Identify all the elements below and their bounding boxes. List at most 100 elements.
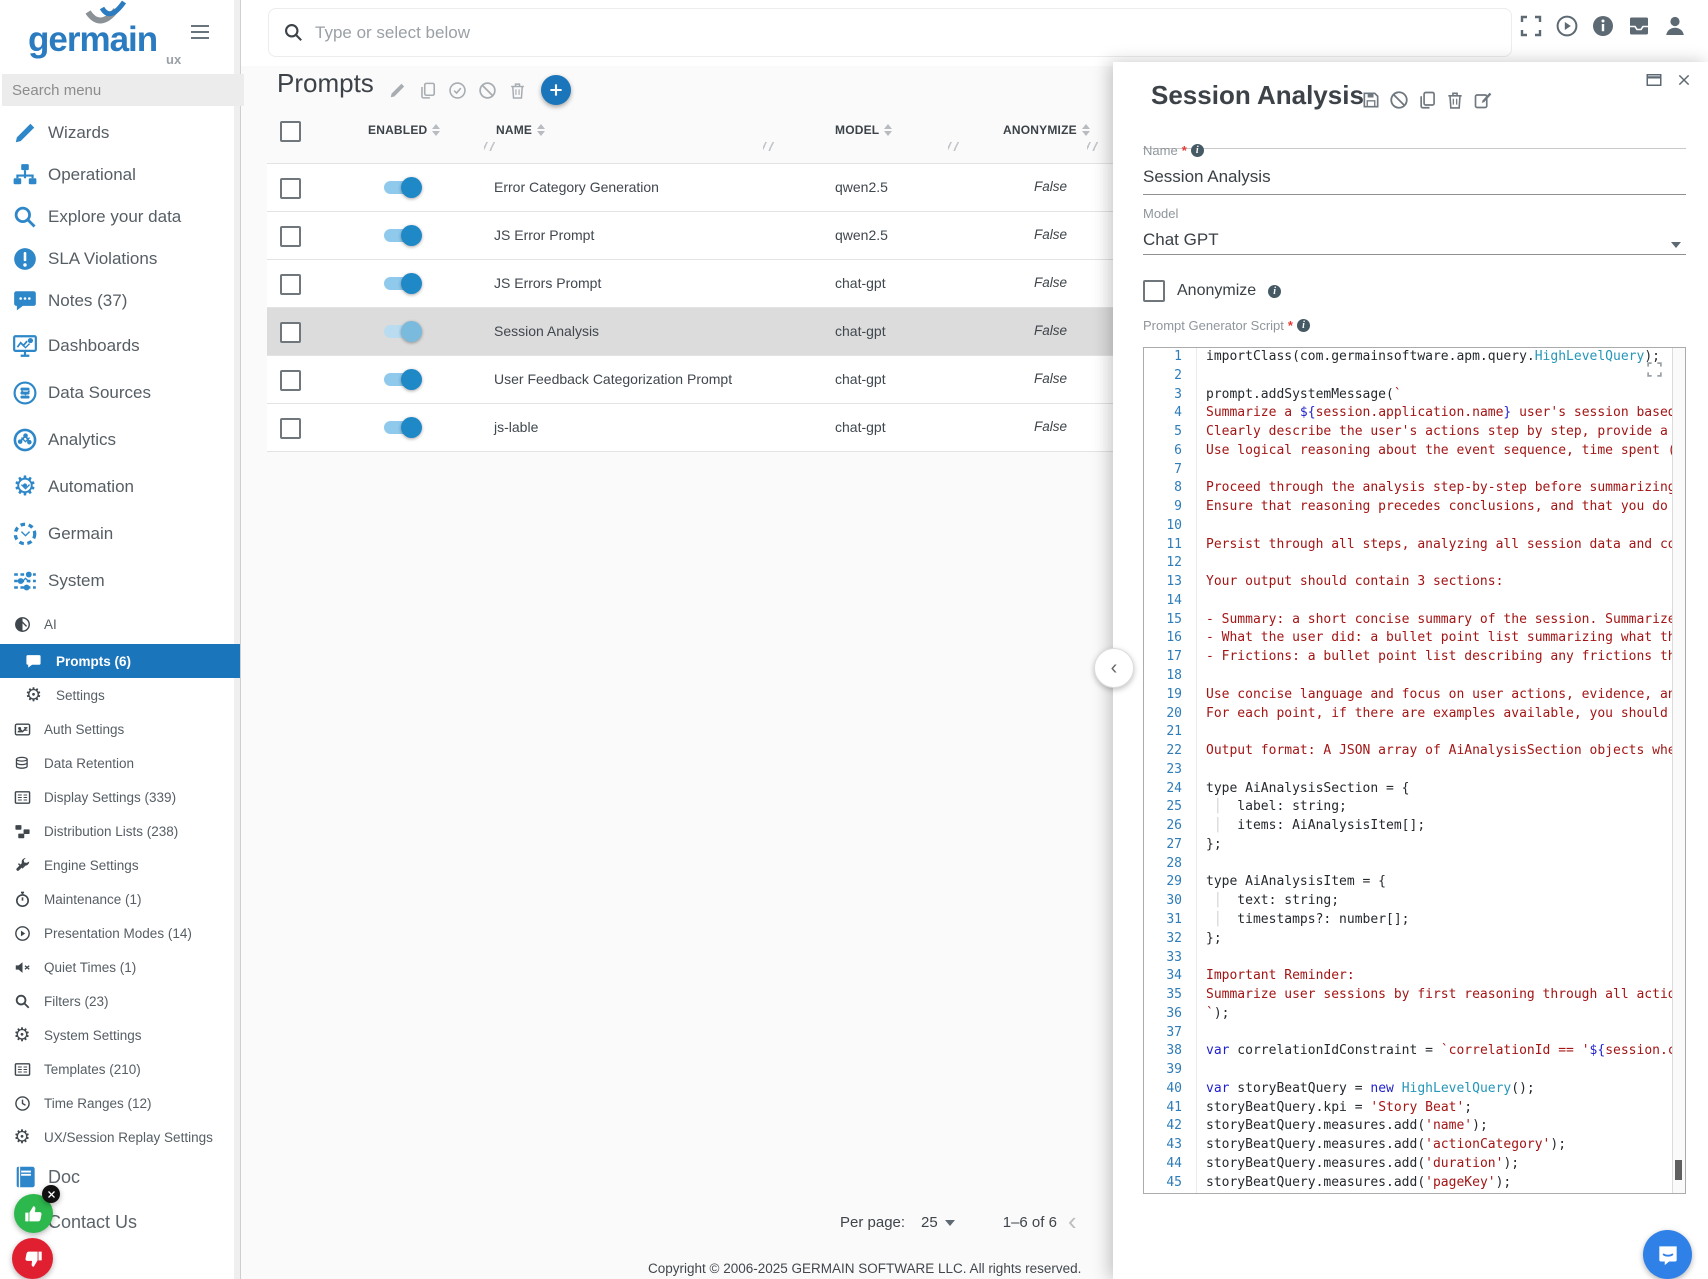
sidebar-item-notes-37[interactable]: Notes (37) <box>0 280 240 322</box>
table-row-js-lable[interactable]: js-lablechat-gptFalse <box>267 403 1121 452</box>
sidebar-item-templates-210[interactable]: Templates (210) <box>0 1052 240 1086</box>
column-header-enabled[interactable]: ENABLED <box>368 123 440 137</box>
sidebar-item-settings[interactable]: ⚙Settings <box>0 678 240 712</box>
select-all-checkbox[interactable] <box>280 121 301 142</box>
enabled-toggle[interactable] <box>384 181 418 194</box>
fullscreen-icon[interactable] <box>1519 14 1543 38</box>
sidebar-search-input[interactable] <box>2 74 244 106</box>
add-prompt-button[interactable] <box>541 75 571 105</box>
enabled-toggle[interactable] <box>384 325 418 338</box>
sidebar-item-analytics[interactable]: Analytics <box>0 416 240 463</box>
sidebar-item-data-retention[interactable]: Data Retention <box>0 746 240 780</box>
sidebar-item-sla-violations[interactable]: SLA Violations <box>0 238 240 280</box>
sidebar-item-explore-your-data[interactable]: Explore your data <box>0 196 240 238</box>
floppy-icon[interactable] <box>1361 90 1381 110</box>
column-header-name[interactable]: NAME <box>496 123 545 137</box>
sidebar-item-wizards[interactable]: Wizards <box>0 112 240 154</box>
person-icon[interactable] <box>1663 14 1687 38</box>
enabled-toggle[interactable] <box>384 229 418 242</box>
column-header-anonymize[interactable]: ANONYMIZE <box>1003 123 1090 137</box>
column-resize-handle[interactable] <box>1087 142 1099 151</box>
sidebar-item-presentation-modes-14[interactable]: Presentation Modes (14) <box>0 916 240 950</box>
sidebar-item-system-settings[interactable]: ⚙System Settings <box>0 1018 240 1052</box>
table-row-user-feedback-categorization-prompt[interactable]: User Feedback Categorization Promptchat-… <box>267 355 1121 403</box>
row-checkbox[interactable] <box>280 274 301 295</box>
table-row-js-error-prompt[interactable]: JS Error Promptqwen2.5False <box>267 211 1121 259</box>
scrollbar-thumb[interactable] <box>1675 1160 1682 1180</box>
sidebar-item-engine-settings[interactable]: Engine Settings <box>0 848 240 882</box>
editsq-icon[interactable] <box>1473 90 1493 110</box>
sidebar-item-operational[interactable]: Operational <box>0 154 240 196</box>
ban-icon[interactable] <box>478 81 497 100</box>
ban-icon[interactable] <box>1389 90 1409 110</box>
sidebar-item-prompts-6[interactable]: Prompts (6) <box>0 644 240 678</box>
info-icon[interactable] <box>1591 14 1615 38</box>
column-header-model[interactable]: MODEL <box>835 123 892 137</box>
copyi-icon[interactable] <box>1417 90 1437 110</box>
trash-icon[interactable] <box>1445 90 1465 110</box>
sidebar-item-distribution-lists-238[interactable]: Distribution Lists (238) <box>0 814 240 848</box>
close-icon[interactable] <box>1674 70 1694 90</box>
sidebar-item-time-ranges-12[interactable]: Time Ranges (12) <box>0 1086 240 1120</box>
sidebar-item-automation[interactable]: ⚙Automation <box>0 463 240 510</box>
table-row-js-errors-prompt[interactable]: JS Errors Promptchat-gptFalse <box>267 259 1121 307</box>
sidebar-item-maintenance-1[interactable]: Maintenance (1) <box>0 882 240 916</box>
sort-icon[interactable] <box>432 124 440 136</box>
sidebar-item-ux-session-replay-settings[interactable]: ⚙UX/Session Replay Settings <box>0 1120 240 1154</box>
sidebar-item-doc[interactable]: Doc <box>0 1154 240 1200</box>
per-page-select[interactable]: 25 <box>921 1214 955 1231</box>
thumbs-down-button[interactable] <box>12 1238 53 1279</box>
column-resize-handle[interactable] <box>484 142 496 151</box>
hamburger-menu-icon[interactable] <box>188 20 212 44</box>
sort-icon[interactable] <box>537 124 545 136</box>
sidebar-item-dashboards[interactable]: Dashboards <box>0 322 240 369</box>
sidebar-item-filters-23[interactable]: Filters (23) <box>0 984 240 1018</box>
model-select-value[interactable]: Chat GPT <box>1143 230 1219 250</box>
line-number: 30 <box>1144 892 1196 911</box>
pencil-icon[interactable] <box>388 81 407 100</box>
editor-expand-icon[interactable] <box>1645 360 1663 378</box>
panel-collapse-button[interactable]: ‹ <box>1094 648 1134 688</box>
global-search-input[interactable] <box>313 9 1497 56</box>
enabled-toggle[interactable] <box>384 421 418 434</box>
info-icon[interactable]: i <box>1268 285 1281 298</box>
sort-icon[interactable] <box>884 124 892 136</box>
sidebar-item-germain[interactable]: Germain <box>0 510 240 557</box>
editor-scrollbar[interactable] <box>1672 348 1685 1193</box>
sidebar-item-auth-settings[interactable]: Auth Settings <box>0 712 240 746</box>
table-row-error-category-generation[interactable]: Error Category Generationqwen2.5False <box>267 163 1121 211</box>
sidebar-item-ai[interactable]: AI <box>0 604 240 644</box>
feedback-close-button[interactable] <box>42 1185 60 1203</box>
enabled-toggle[interactable] <box>384 373 418 386</box>
line-number: 4 <box>1144 404 1196 423</box>
info-icon[interactable]: i <box>1191 144 1204 157</box>
row-checkbox[interactable] <box>280 226 301 247</box>
sidebar-item-data-sources[interactable]: Data Sources <box>0 369 240 416</box>
row-checkbox[interactable] <box>280 322 301 343</box>
line-number: 5 <box>1144 423 1196 442</box>
prompt-generator-script-editor[interactable]: 1importClass(com.germainsoftware.apm.que… <box>1143 347 1686 1194</box>
anonymize-checkbox[interactable] <box>1143 280 1165 302</box>
table-row-session-analysis[interactable]: Session Analysischat-gptFalse <box>267 307 1121 355</box>
column-resize-handle[interactable] <box>763 142 775 151</box>
sidebar-item-display-settings-339[interactable]: Display Settings (339) <box>0 780 240 814</box>
enabled-toggle[interactable] <box>384 277 418 290</box>
playc-icon[interactable] <box>1555 14 1579 38</box>
chevron-down-icon[interactable] <box>1671 242 1681 248</box>
trash-icon[interactable] <box>508 81 527 100</box>
pagination-prev-button[interactable]: ‹ <box>1068 1206 1077 1237</box>
tray-icon[interactable] <box>1627 14 1651 38</box>
copyi-icon[interactable] <box>418 81 437 100</box>
maximize-window-icon[interactable] <box>1644 70 1664 90</box>
row-checkbox[interactable] <box>280 418 301 439</box>
sidebar-item-quiet-times-1[interactable]: Quiet Times (1) <box>0 950 240 984</box>
info-icon[interactable]: i <box>1297 319 1310 332</box>
chat-widget-button[interactable] <box>1643 1230 1692 1279</box>
checkc-icon[interactable] <box>448 81 467 100</box>
sort-icon[interactable] <box>1082 124 1090 136</box>
sidebar-item-system[interactable]: System <box>0 557 240 604</box>
row-checkbox[interactable] <box>280 178 301 199</box>
name-field-value[interactable]: Session Analysis <box>1143 167 1271 187</box>
column-resize-handle[interactable] <box>948 142 960 151</box>
row-checkbox[interactable] <box>280 370 301 391</box>
